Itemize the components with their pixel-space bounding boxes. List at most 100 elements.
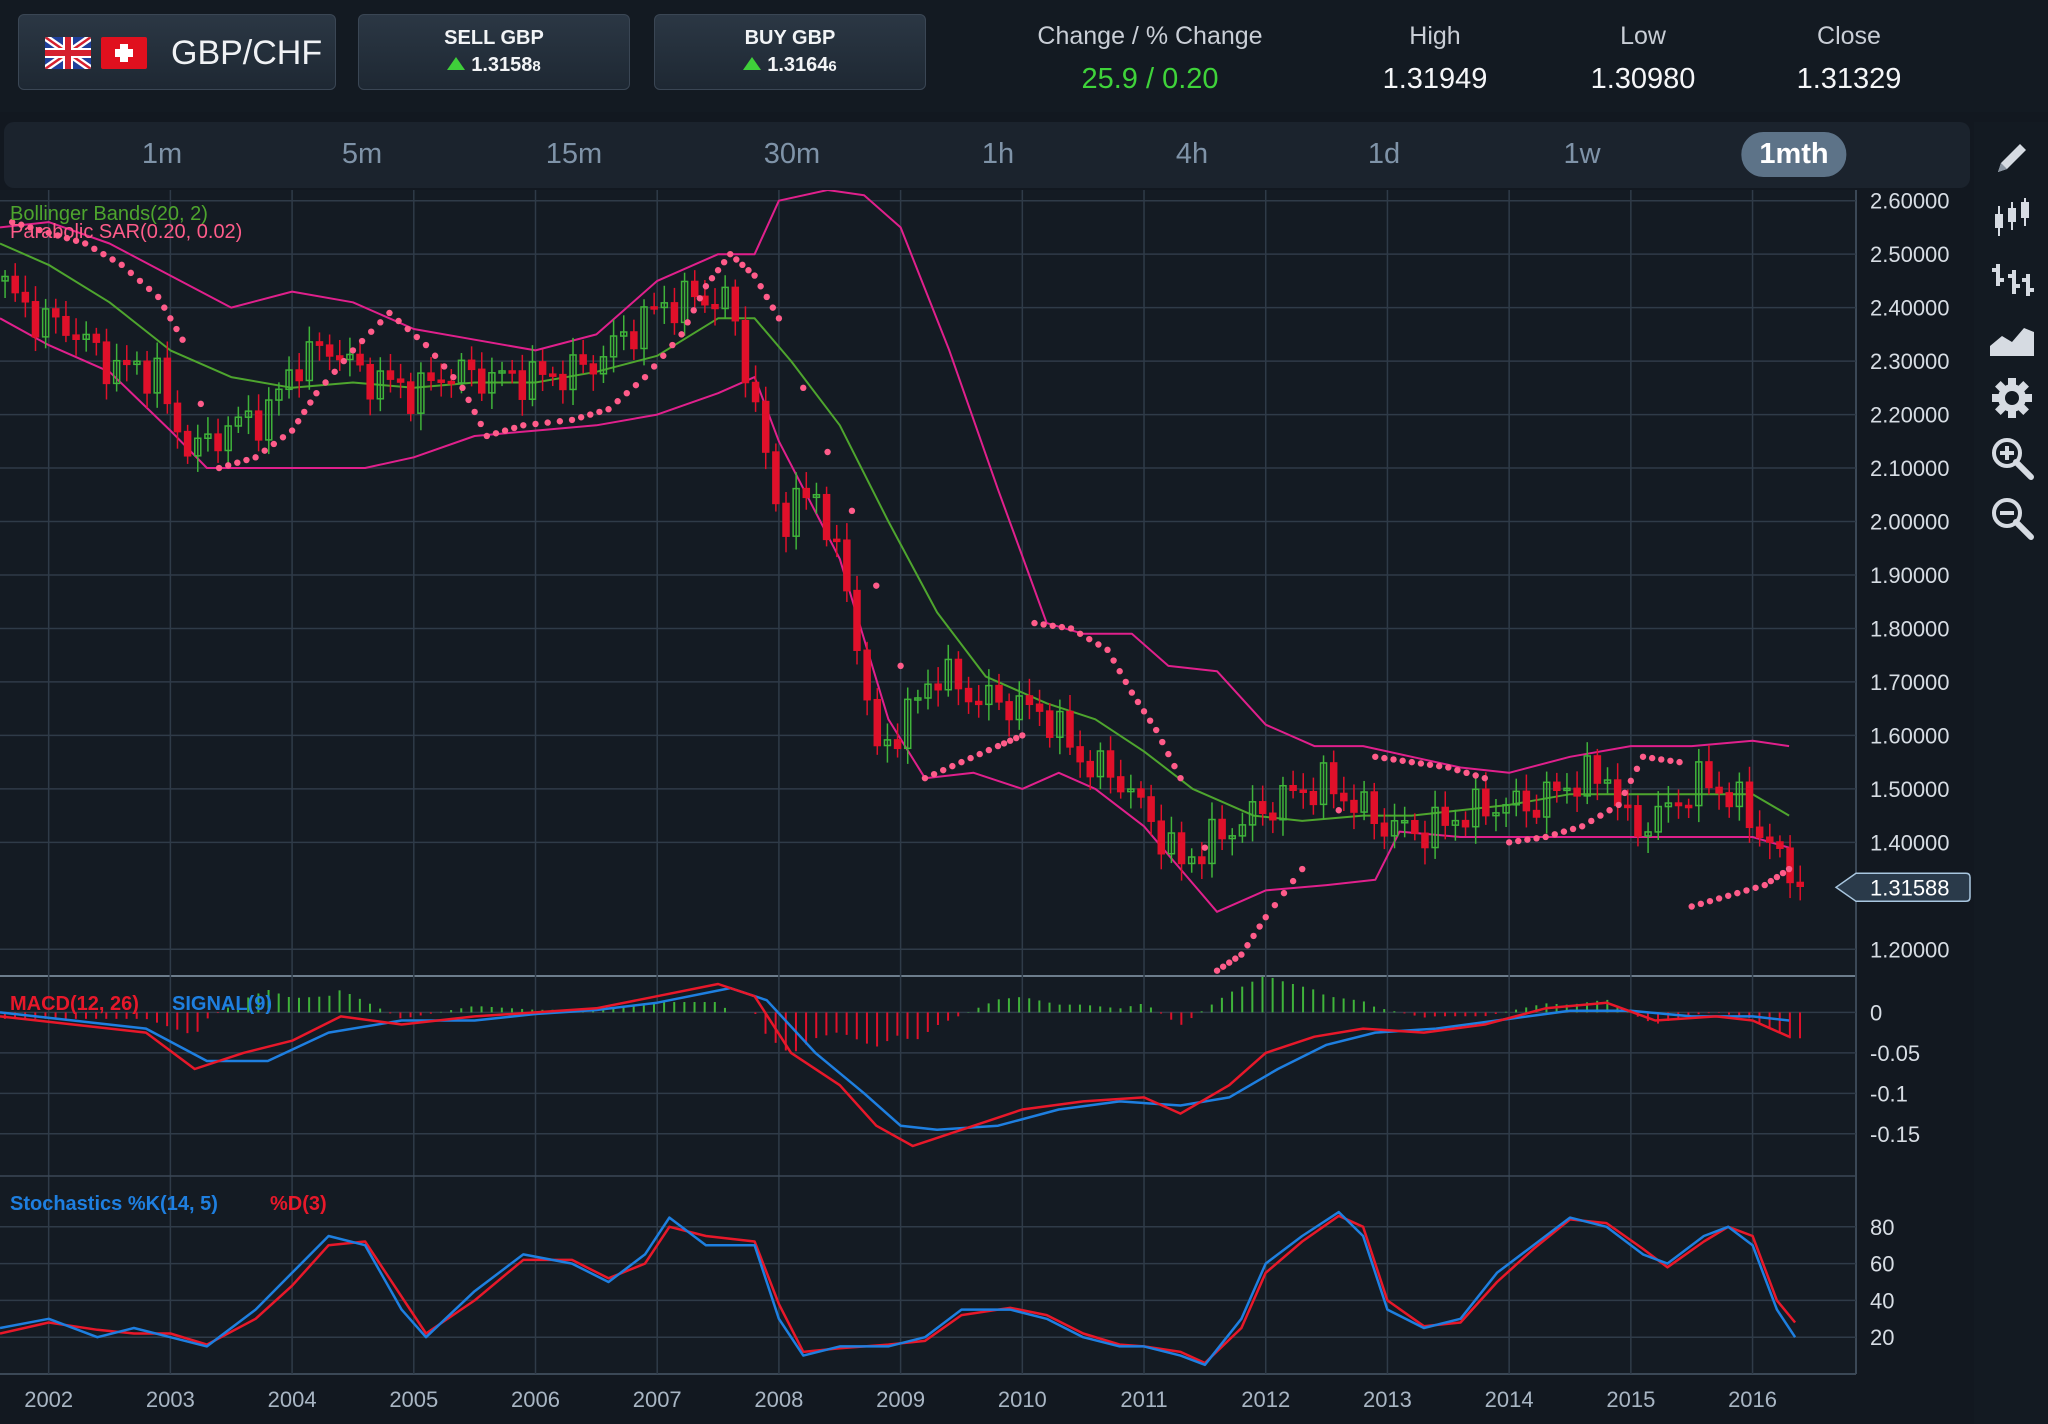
candlestick-icon[interactable]: [1988, 194, 2036, 242]
sell-button[interactable]: SELL GBP 1.31588: [358, 14, 630, 90]
timeframe-1m[interactable]: 1m: [142, 138, 182, 171]
x-tick-label: 2015: [1606, 1387, 1655, 1412]
candle-body: [650, 306, 658, 310]
timeframe-1d[interactable]: 1d: [1368, 138, 1400, 171]
candle-body: [1025, 695, 1034, 706]
sar-dot: [1262, 913, 1269, 921]
sar-dot: [1633, 765, 1641, 773]
sar-dot: [1067, 625, 1075, 632]
candle-body: [589, 363, 598, 375]
sar-dot: [1481, 774, 1489, 782]
buy-button[interactable]: BUY GBP 1.31646: [654, 14, 926, 90]
sar-dot: [270, 440, 278, 448]
sar-dot: [118, 261, 125, 269]
candle-body: [396, 378, 405, 383]
candle-body: [1157, 820, 1166, 855]
change-label: Change / % Change: [1037, 22, 1263, 50]
sar-dot: [1743, 887, 1750, 894]
candle-body: [1705, 761, 1713, 789]
x-tick-label: 2012: [1241, 1387, 1290, 1412]
pencil-icon[interactable]: [1988, 134, 2036, 182]
timeframe-1mth[interactable]: 1mth: [1741, 132, 1847, 177]
sar-dot: [1542, 833, 1549, 841]
candle-body: [1482, 788, 1490, 817]
candle-body: [1370, 791, 1379, 825]
ohlc-bars-icon[interactable]: [1988, 254, 2036, 302]
candle-body: [1674, 802, 1683, 807]
up-arrow-icon: [743, 57, 762, 70]
candle-body: [761, 400, 770, 453]
sar-dot: [1040, 621, 1047, 628]
timeframe-15m[interactable]: 15m: [546, 138, 602, 171]
sar-dot: [1472, 772, 1479, 779]
top-bar: GBP/CHF SELL GBP 1.31588 BUY GBP 1.31646…: [0, 0, 2048, 112]
sar-dot: [577, 414, 585, 421]
sar-dot: [1667, 757, 1674, 764]
sar-dot: [1676, 758, 1683, 766]
sar-dot: [1578, 823, 1586, 830]
candle-body: [1045, 710, 1054, 738]
low-value: 1.30980: [1590, 63, 1696, 95]
y-tick-label: 2.00000: [1870, 510, 1950, 535]
candle-body: [1116, 776, 1125, 793]
candle-body: [1593, 755, 1602, 784]
uk-flag-icon: [45, 37, 91, 69]
sar-dot: [1445, 764, 1452, 771]
sar-dot: [568, 416, 576, 424]
candle-body: [447, 380, 456, 385]
sar-dot: [1076, 630, 1084, 637]
timeframe-1h[interactable]: 1h: [982, 138, 1014, 171]
sar-dot: [1058, 623, 1066, 631]
candle-body: [1461, 819, 1470, 828]
settings-gear-icon[interactable]: [1988, 374, 2036, 422]
candle-body: [325, 344, 334, 357]
sar-dot: [684, 319, 691, 326]
sar-dot: [1706, 897, 1714, 905]
candle-body: [1532, 809, 1541, 818]
sar-dot: [340, 357, 348, 365]
sar-dot: [1505, 839, 1513, 846]
y-tick-label: 2.20000: [1870, 403, 1950, 428]
candle-body: [964, 687, 973, 703]
sar-dot: [288, 427, 296, 434]
sar-dot: [1201, 844, 1209, 851]
candle-body: [1086, 760, 1095, 778]
sar-dot: [100, 250, 107, 258]
y-tick-label: 1.50000: [1870, 777, 1950, 802]
instrument-selector[interactable]: GBP/CHF: [18, 14, 336, 90]
zoom-in-icon[interactable]: [1988, 434, 2036, 482]
candle-body: [1299, 789, 1308, 793]
candle-body: [954, 658, 963, 690]
high-label: High: [1409, 22, 1461, 50]
sar-dot: [1597, 812, 1604, 819]
sar-dot: [1271, 901, 1279, 909]
sar-dot: [450, 373, 457, 381]
timeframe-5m[interactable]: 5m: [342, 138, 382, 171]
sar-dot: [1648, 754, 1656, 762]
sar-dot: [1569, 825, 1577, 833]
candle-body: [741, 319, 750, 384]
price-chart[interactable]: 2002 2003 2004 2005 2006 2007 2008 2009 2010 2011…: [0, 190, 1972, 1424]
sar-dot: [702, 283, 710, 290]
x-tick-label: 2011: [1120, 1387, 1167, 1412]
sar-dot: [313, 389, 320, 397]
sar-dot: [127, 269, 135, 277]
candle-body: [863, 649, 871, 701]
candle-body: [1177, 832, 1186, 865]
timeframe-1w[interactable]: 1w: [1563, 138, 1600, 171]
timeframe-4h[interactable]: 4h: [1176, 138, 1208, 171]
sar-dot: [431, 352, 439, 359]
area-chart-icon[interactable]: [1988, 314, 2036, 362]
stochastic-d-label: %D(3): [270, 1193, 327, 1215]
x-tick-label: 2004: [268, 1387, 317, 1412]
timeframe-30m[interactable]: 30m: [764, 138, 820, 171]
sar-dot: [757, 283, 764, 290]
zoom-out-icon[interactable]: [1988, 494, 2036, 542]
sar-dot: [459, 384, 466, 392]
sar-dot: [179, 336, 186, 343]
candle-body: [1137, 788, 1145, 798]
sar-dot: [1725, 892, 1732, 899]
sar-dot: [1426, 761, 1434, 768]
sar-dot: [501, 427, 509, 434]
sar-dot: [1779, 869, 1787, 877]
